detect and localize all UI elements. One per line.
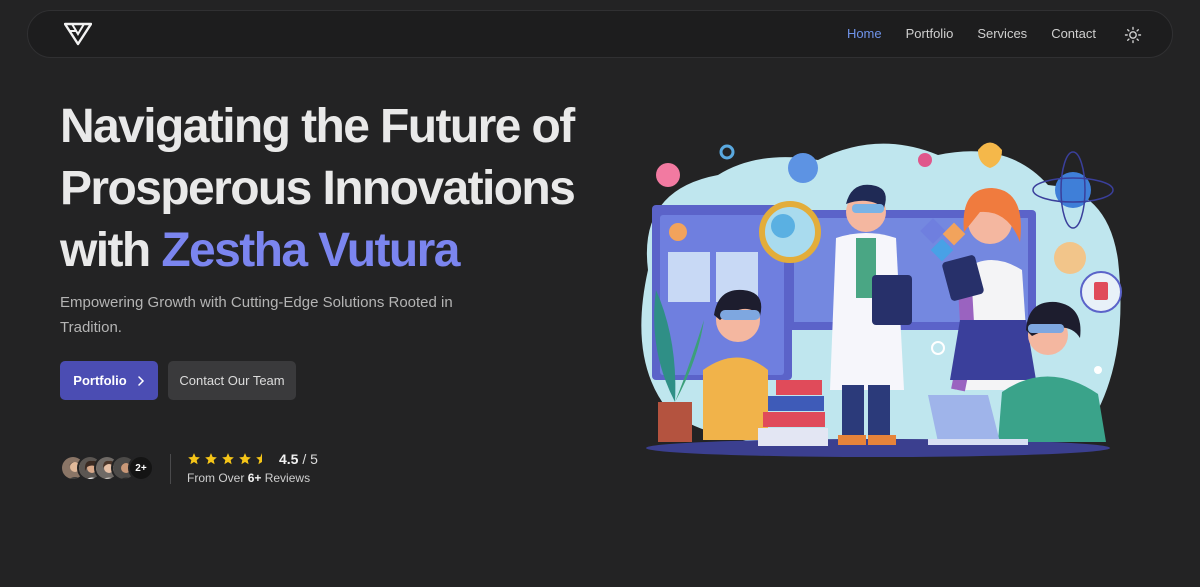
hero-title-line1: Navigating the Future of (60, 100, 575, 153)
reviews-suffix: Reviews (264, 471, 311, 485)
nav-link-portfolio[interactable]: Portfolio (906, 26, 954, 41)
star-icon (239, 453, 251, 465)
rating-score: 4.5 / 5 (279, 451, 318, 467)
rating-block: 4.5 / 5 From Over 6+ Reviews (187, 451, 318, 485)
star-icon (222, 453, 234, 465)
avatar-group: 2+ (60, 455, 154, 483)
brand-name: Zestha Vutura (161, 224, 460, 277)
nav-links: Home Portfolio Services Contact (847, 26, 1096, 41)
rating-value: 4.5 (279, 451, 299, 467)
hero-title: Navigating the Future of Prosperous Inno… (60, 96, 620, 282)
reviews-text: From Over 6+ Reviews (187, 471, 318, 485)
hero-subtitle: Empowering Growth with Cutting-Edge Solu… (60, 294, 453, 336)
reviews-count: 6+ (247, 471, 262, 485)
divider (170, 454, 171, 484)
portfolio-button[interactable]: Portfolio (60, 361, 158, 400)
hero-title-prefix: with (60, 224, 151, 277)
logo-icon[interactable] (64, 22, 92, 46)
portfolio-button-label: Portfolio (73, 373, 127, 388)
hero-title-line2: Prosperous Innovations (60, 162, 576, 215)
contact-team-button[interactable]: Contact Our Team (168, 361, 296, 400)
avatar-more-count: 2+ (128, 455, 154, 481)
hero-illustration (641, 142, 1122, 457)
nav-link-services[interactable]: Services (977, 26, 1027, 41)
chevron-right-icon (137, 375, 144, 386)
nav-link-home[interactable]: Home (847, 26, 882, 41)
navbar: Home Portfolio Services Contact (27, 10, 1173, 58)
half-star-icon (256, 453, 262, 465)
reviews-prefix: From Over (187, 471, 245, 485)
star-icon (205, 453, 217, 465)
star-rating: 4.5 / 5 (187, 451, 318, 467)
star-icon (188, 453, 200, 465)
rating-max: / 5 (302, 451, 318, 467)
sun-icon[interactable] (1124, 26, 1142, 44)
contact-team-button-label: Contact Our Team (179, 373, 285, 388)
nav-link-contact[interactable]: Contact (1051, 26, 1096, 41)
